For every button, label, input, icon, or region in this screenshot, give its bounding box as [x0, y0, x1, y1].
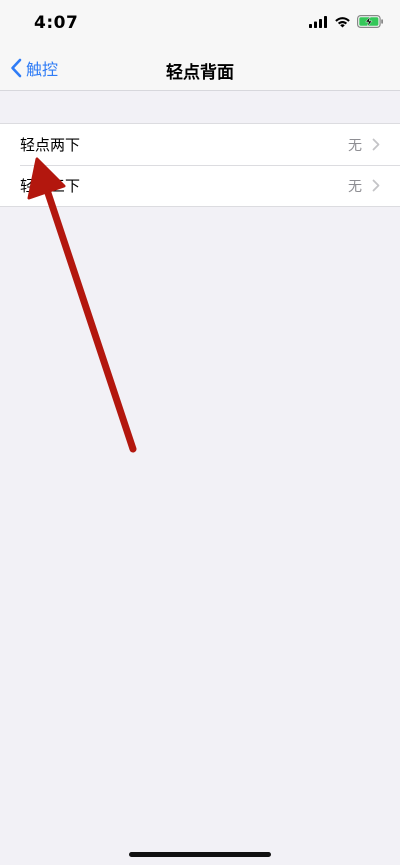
row-double-tap[interactable]: 轻点两下 无	[0, 124, 400, 165]
navigation-bar: 触控 轻点背面	[0, 46, 400, 91]
chevron-right-icon	[372, 179, 380, 192]
cellular-signal-icon	[309, 15, 327, 28]
status-icons	[309, 15, 384, 28]
row-value: 无	[348, 178, 362, 195]
chevron-right-icon	[372, 138, 380, 151]
row-triple-tap[interactable]: 轻点三下 无	[0, 165, 400, 206]
status-bar: 4:07	[0, 0, 400, 46]
home-indicator	[129, 852, 271, 857]
row-label: 轻点三下	[20, 177, 81, 195]
row-label: 轻点两下	[20, 136, 81, 154]
battery-charging-icon	[357, 15, 383, 28]
wifi-icon	[335, 16, 350, 27]
page-title: 轻点背面	[166, 63, 234, 83]
row-value: 无	[348, 137, 362, 154]
settings-list: 轻点两下 无 轻点三下 无	[0, 123, 400, 207]
status-time: 4:07	[34, 13, 79, 33]
